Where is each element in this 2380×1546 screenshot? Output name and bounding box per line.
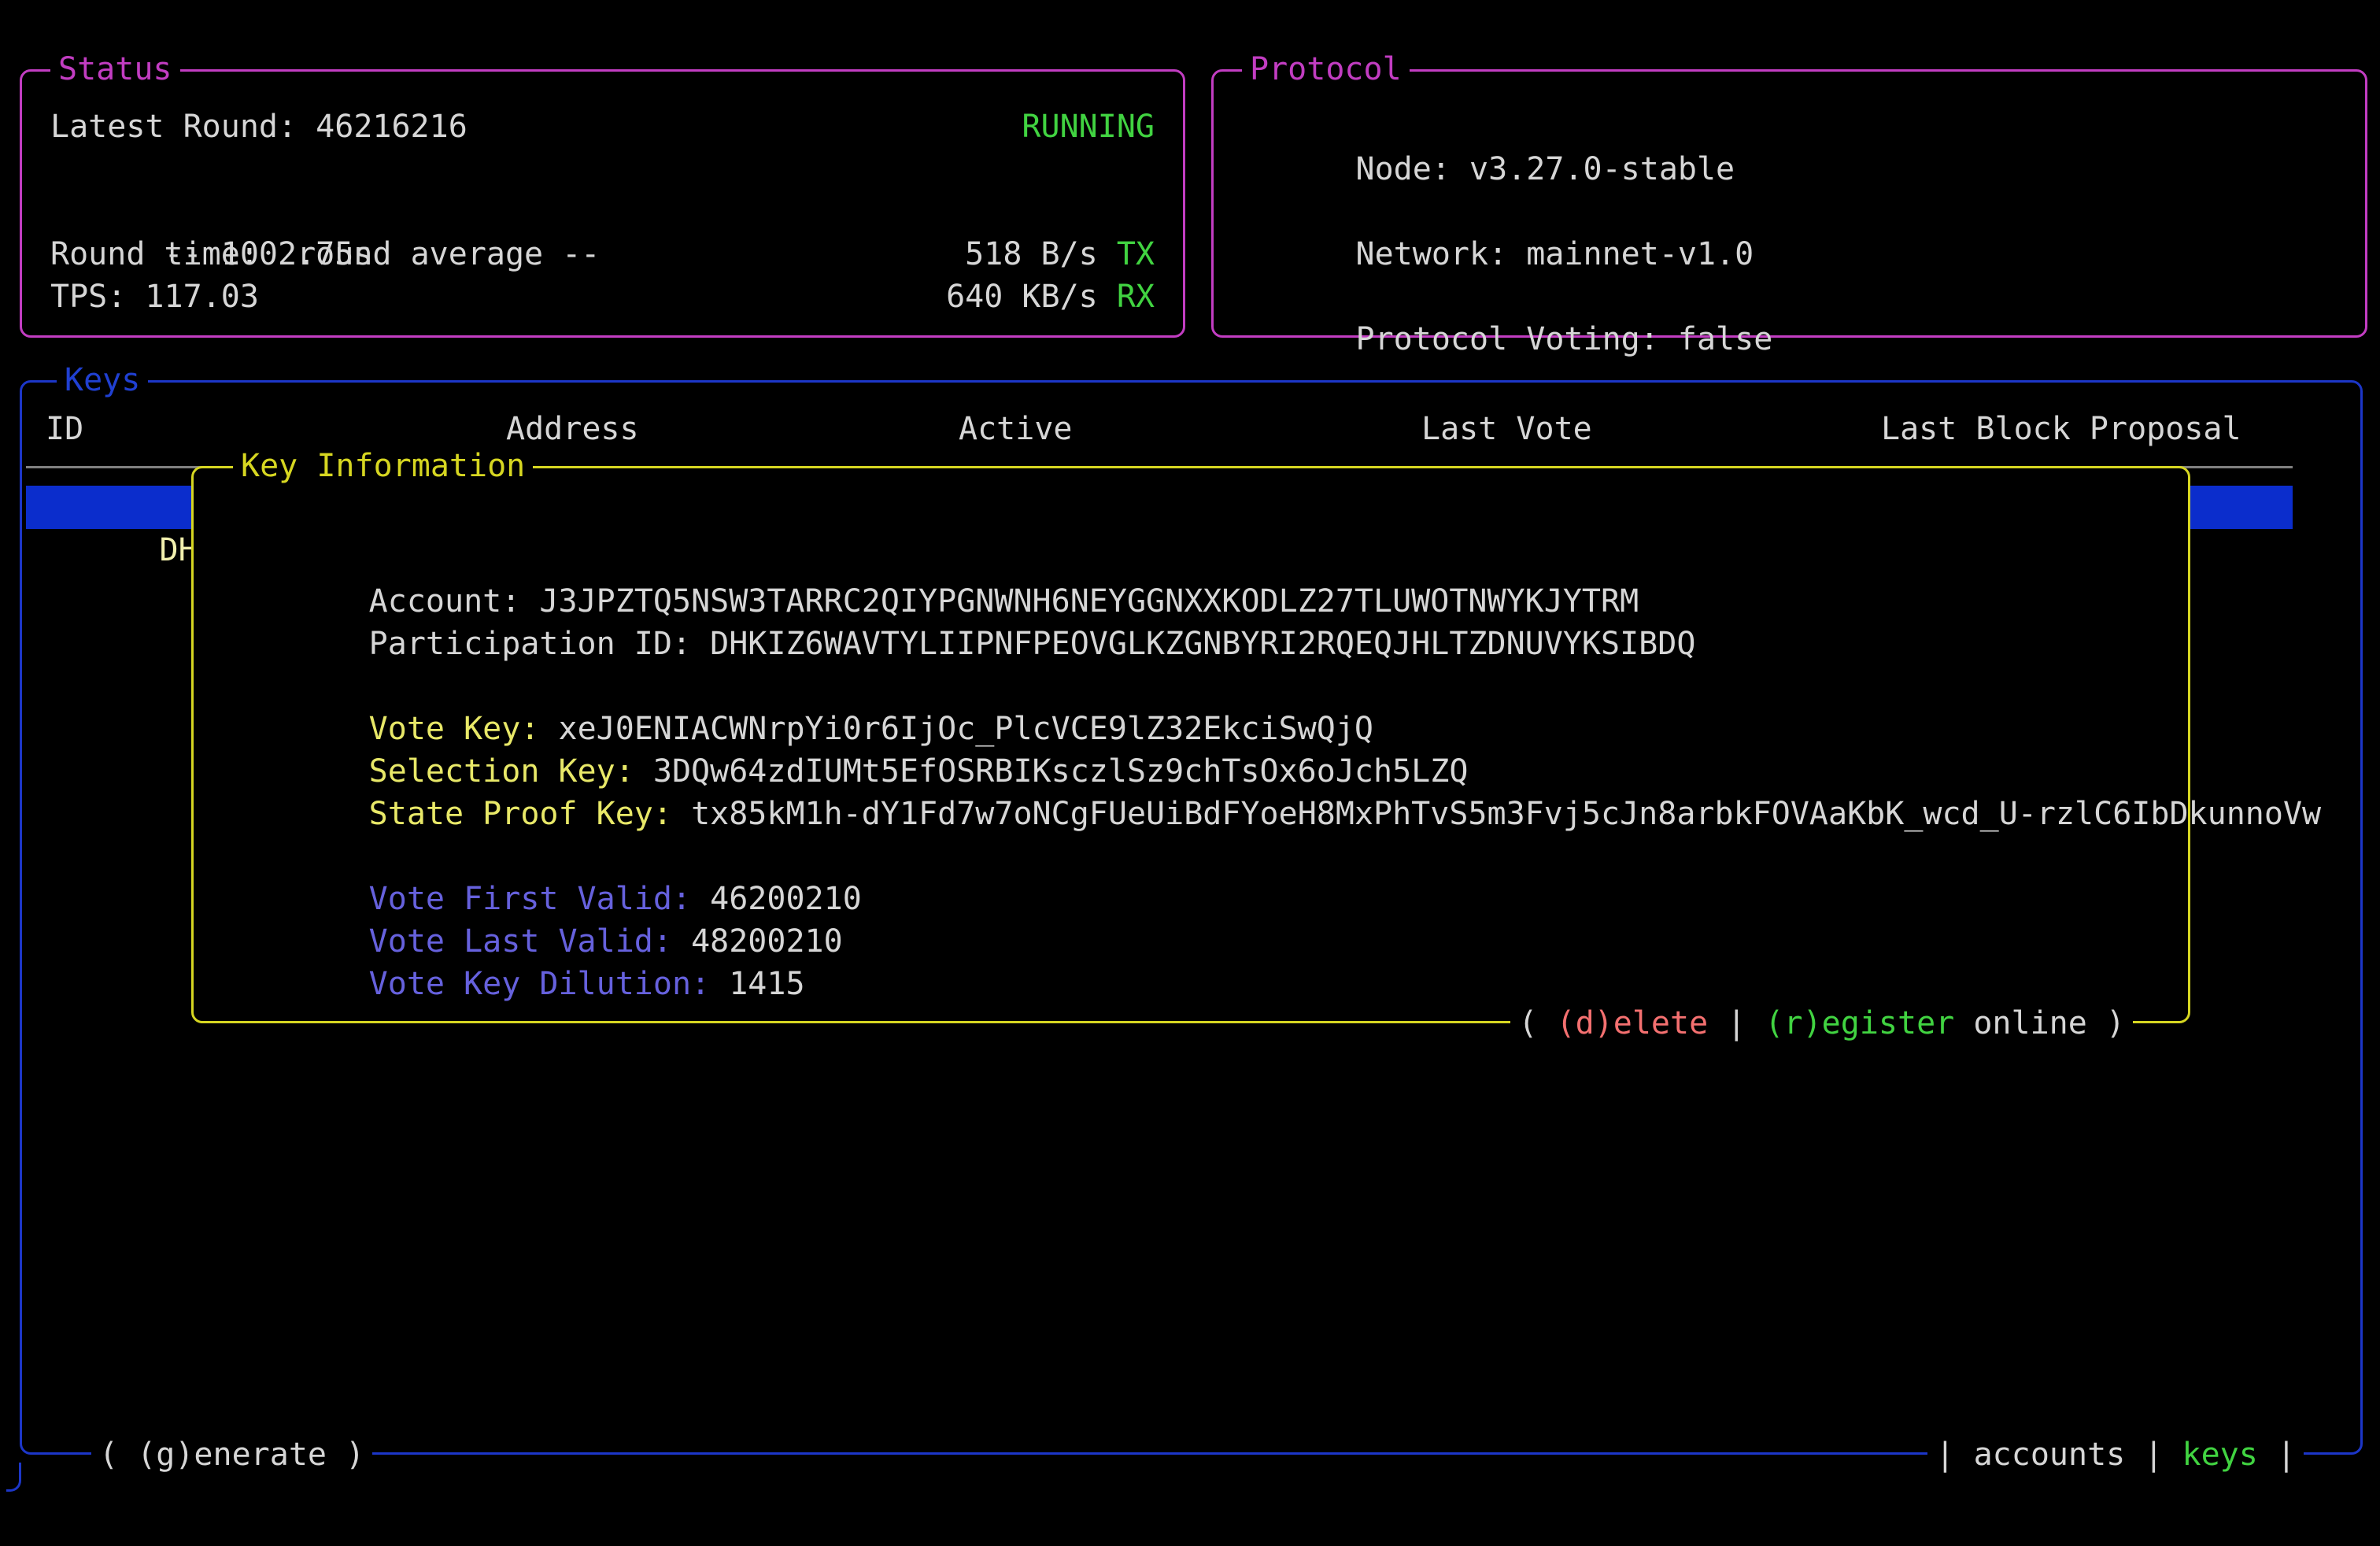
status-panel-title: Status xyxy=(50,48,180,91)
nav-pipe: | xyxy=(2125,1437,2182,1473)
column-header-last-block-proposal: Last Block Proposal xyxy=(1881,408,2241,450)
vote-first-valid-value: 46200210 xyxy=(710,881,862,917)
vote-first-valid-row: Vote First Valid: 46200210 xyxy=(217,835,2166,878)
rx-label: RX xyxy=(1117,279,1155,315)
vote-last-valid-value: 48200210 xyxy=(691,923,843,960)
generate-button[interactable]: ( (g)enerate ) xyxy=(91,1433,372,1476)
register-key: (r)egister xyxy=(1765,1005,1954,1041)
nav-tab-keys[interactable]: keys xyxy=(2182,1437,2258,1473)
status-row-tps: TPS: 117.03 640 KB/s RX xyxy=(50,276,1155,318)
register-online-suffix: online xyxy=(1954,1005,2087,1041)
state-proof-key-value: tx85kM1h-dY1Fd7w7oNCgFUeUiBdFYoeH8MxPhTv… xyxy=(691,796,2321,832)
column-header-id: ID xyxy=(46,408,83,450)
modal-actions: ( (d)elete | (r)egister online ) xyxy=(1510,1002,2133,1045)
tx-rate-value: 518 B/s xyxy=(965,236,1117,272)
spacer-line xyxy=(50,148,1155,190)
account-address: J3JPZTQ5NSW3TARRC2QIYPGNWNH6NEYGGNXXKODL… xyxy=(539,583,1639,620)
nav-pipe: | xyxy=(1935,1437,1973,1473)
key-information-modal: Key Information Account: J3JPZTQ5NSW3TAR… xyxy=(191,466,2190,1023)
status-row-average-header: -- 100 round average -- xyxy=(50,190,1155,233)
keys-panel-title: Keys xyxy=(57,359,148,401)
selection-key-label: Selection Key: xyxy=(369,753,653,790)
latest-round-value: Latest Round: 46216216 xyxy=(50,105,468,148)
vote-key-dilution-label: Vote Key Dilution: xyxy=(369,966,730,1002)
actions-open-paren: ( xyxy=(1518,1005,1556,1041)
vote-key-row: Vote Key: xeJ0ENIACWNrpYi0r6IjOc_PlcVCE9… xyxy=(217,665,2166,708)
vote-key-label: Vote Key: xyxy=(369,711,559,747)
column-header-address: Address xyxy=(506,408,639,450)
actions-close-paren: ) xyxy=(2087,1005,2125,1041)
account-label: Account: xyxy=(369,583,540,620)
protocol-row-node: Node: v3.27.0-stable xyxy=(1242,105,2337,148)
tx-rate: 518 B/s TX xyxy=(965,233,1155,276)
vote-last-valid-label: Vote Last Valid: xyxy=(369,923,691,960)
nav-tab-accounts[interactable]: accounts xyxy=(1974,1437,2126,1473)
bottom-nav: | accounts | keys | xyxy=(1927,1433,2304,1476)
rx-rate: 640 KB/s RX xyxy=(946,276,1155,318)
account-row: Account: J3JPZTQ5NSW3TARRC2QIYPGNWNH6NEY… xyxy=(217,538,2166,580)
vote-first-valid-label: Vote First Valid: xyxy=(369,881,710,917)
protocol-voting: Protocol Voting: false xyxy=(1356,321,1773,357)
node-version: Node: v3.27.0-stable xyxy=(1356,151,1735,187)
actions-divider: | xyxy=(1708,1005,1765,1041)
participation-id-label: Participation ID: xyxy=(369,626,710,662)
round-time-value: Round time: 2.75s xyxy=(50,233,372,276)
vote-key-dilution-value: 1415 xyxy=(729,966,804,1002)
node-state-badge: RUNNING xyxy=(1022,105,1155,148)
state-proof-key-label: State Proof Key: xyxy=(369,796,691,832)
selection-key-value: 3DQw64zdIUMt5EfOSRBIKsczlSz9chTsOx6oJch5… xyxy=(653,753,1469,790)
protocol-row-network: Network: mainnet-v1.0 xyxy=(1242,190,2337,233)
participation-id-value: DHKIZ6WAVTYLIIPNFPEOVGLKZGNBYRI2RQEQJHLT… xyxy=(710,626,1695,662)
tps-value: TPS: 117.03 xyxy=(50,276,259,318)
protocol-panel: Protocol Node: v3.27.0-stable Network: m… xyxy=(1211,69,2367,338)
nav-pipe: | xyxy=(2258,1437,2296,1473)
keys-table-header: ID Address Active Last Vote Last Block P… xyxy=(22,408,2360,450)
rx-rate-value: 640 KB/s xyxy=(946,279,1117,315)
network-name: Network: mainnet-v1.0 xyxy=(1356,236,1754,272)
terminal-screen: Status Latest Round: 46216216 RUNNING --… xyxy=(0,0,2380,1546)
key-information-body: Account: J3JPZTQ5NSW3TARRC2QIYPGNWNH6NEY… xyxy=(194,468,2188,963)
delete-button[interactable]: (d)elete xyxy=(1557,1005,1709,1041)
column-header-last-vote: Last Vote xyxy=(1421,408,1592,450)
key-information-title: Key Information xyxy=(233,445,533,487)
column-header-active: Active xyxy=(959,408,1073,450)
protocol-row-voting: Protocol Voting: false xyxy=(1242,276,2337,318)
protocol-panel-title: Protocol xyxy=(1242,48,1410,91)
vote-key-value: xeJ0ENIACWNrpYi0r6IjOc_PlcVCE9lZ32EkciSw… xyxy=(558,711,1373,747)
tx-label: TX xyxy=(1117,236,1155,272)
status-panel: Status Latest Round: 46216216 RUNNING --… xyxy=(20,69,1185,338)
register-online-button[interactable]: (r)egister online xyxy=(1765,1005,2086,1041)
status-row-latest-round: Latest Round: 46216216 RUNNING xyxy=(50,105,1155,148)
border-fragment xyxy=(6,1463,21,1492)
status-row-round-time: Round time: 2.75s 518 B/s TX xyxy=(50,233,1155,276)
